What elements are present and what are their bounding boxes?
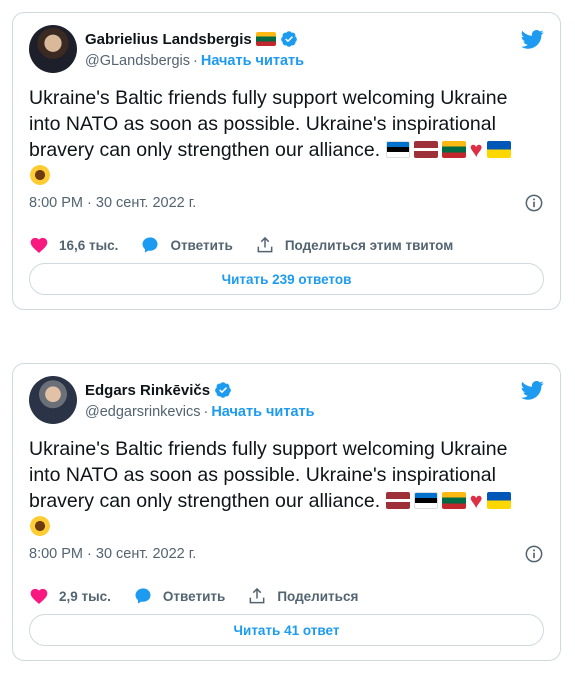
red-heart-icon: ♥ — [469, 488, 483, 513]
share-label: Поделиться — [277, 588, 359, 604]
tweet-actions: 16,6 тыс. Ответить Поделиться этим твито… — [29, 235, 475, 255]
reply-bubble-icon — [142, 237, 158, 253]
info-icon[interactable] — [524, 193, 544, 213]
handle-row: @edgarsrinkevics · Начать читать — [85, 404, 315, 420]
sunflower-icon — [29, 164, 51, 186]
latvia-flag-icon — [385, 492, 410, 509]
reply-bubble-icon — [135, 588, 151, 604]
reply-button[interactable]: Ответить — [133, 586, 225, 606]
like-count: 2,9 тыс. — [59, 588, 111, 604]
author-name[interactable]: Gabrielius Landsbergis — [85, 31, 252, 48]
reply-button[interactable]: Ответить — [140, 235, 233, 255]
lithuania-flag-icon — [441, 492, 466, 509]
share-label: Поделиться этим твитом — [284, 237, 454, 253]
ukraine-flag-icon — [486, 492, 511, 509]
tweet-text-block: Ukraine's Baltic friends fully support w… — [29, 86, 544, 189]
twitter-bird-icon[interactable] — [520, 378, 544, 402]
tweet-card[interactable]: Edgars Rinkēvičs @edgarsrinkevics · Начать… — [12, 363, 561, 661]
estonia-flag-icon — [385, 141, 410, 158]
reply-label: Ответить — [170, 237, 233, 253]
tweet-timestamp[interactable]: 8:00 PM · 30 сент. 2022 г. — [29, 195, 196, 211]
author-name[interactable]: Edgars Rinkēvičs — [85, 382, 210, 399]
lithuania-flag-icon — [255, 32, 276, 46]
follow-link[interactable]: Начать читать — [211, 404, 314, 420]
like-button[interactable]: 16,6 тыс. — [29, 235, 118, 255]
separator-dot: · — [193, 53, 198, 69]
verified-badge-icon — [215, 382, 231, 398]
author-handle[interactable]: @edgarsrinkevics — [85, 404, 200, 420]
share-icon — [257, 236, 273, 253]
tweet-actions: 2,9 тыс. Ответить Поделиться — [29, 586, 380, 606]
twitter-bird-icon[interactable] — [520, 27, 544, 51]
sunflower-icon — [29, 515, 51, 537]
follow-link[interactable]: Начать читать — [201, 53, 304, 69]
reply-label: Ответить — [162, 588, 226, 604]
avatar[interactable] — [29, 376, 77, 424]
heart-icon — [30, 237, 48, 253]
like-count: 16,6 тыс. — [59, 237, 119, 253]
avatar[interactable] — [29, 25, 77, 73]
share-button[interactable]: Поделиться — [247, 586, 358, 606]
lithuania-flag-icon — [441, 141, 466, 158]
red-heart-icon: ♥ — [469, 137, 483, 162]
author-row: Gabrielius Landsbergis — [85, 30, 298, 48]
heart-icon — [30, 588, 48, 604]
separator-dot: · — [203, 404, 209, 420]
read-replies-button[interactable]: Читать 239 ответов — [29, 263, 544, 295]
latvia-flag-icon — [413, 141, 438, 158]
info-icon[interactable] — [524, 544, 544, 564]
ukraine-flag-icon — [486, 141, 511, 158]
verified-badge-icon — [280, 31, 297, 47]
like-button[interactable]: 2,9 тыс. — [29, 586, 111, 606]
read-replies-button[interactable]: Читать 41 ответ — [29, 614, 544, 646]
share-button[interactable]: Поделиться этим твитом — [255, 235, 453, 255]
share-icon — [249, 587, 265, 604]
author-handle[interactable]: @GLandsbergis — [85, 53, 190, 69]
tweet-text-block: Ukraine's Baltic friends fully support w… — [29, 437, 544, 540]
handle-row: @GLandsbergis · Начать читать — [85, 53, 304, 69]
author-row: Edgars Rinkēvičs — [85, 381, 232, 399]
tweet-card[interactable]: Gabrielius Landsbergis @GLandsbergis · Нач… — [12, 12, 561, 310]
tweet-timestamp[interactable]: 8:00 PM · 30 сент. 2022 г. — [29, 546, 196, 562]
estonia-flag-icon — [413, 492, 438, 509]
